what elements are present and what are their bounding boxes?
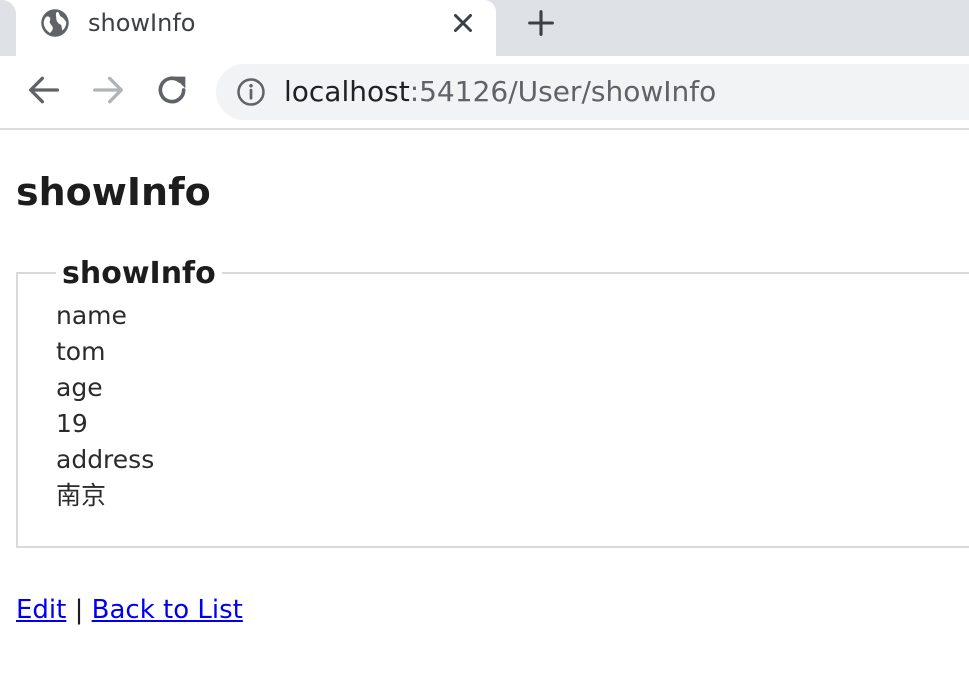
arrow-left-icon[interactable] — [24, 70, 64, 110]
fieldset-legend: showInfo — [56, 256, 222, 291]
field-value-address: 南京 — [56, 481, 107, 510]
url-host: localhost — [284, 75, 410, 108]
arrow-right-icon[interactable] — [88, 70, 128, 110]
address-bar[interactable]: localhost:54126/User/showInfo — [216, 64, 969, 120]
reload-icon[interactable] — [152, 70, 192, 110]
plus-icon[interactable] — [524, 6, 558, 40]
info-icon[interactable] — [236, 77, 266, 107]
url-path: :54126/User/showInfo — [409, 75, 717, 108]
close-icon[interactable] — [448, 8, 478, 38]
field-value-name: tom — [56, 337, 106, 366]
field-value-age: 19 — [56, 409, 88, 438]
details-fieldset: showInfo name tom age 19 address 南京 — [16, 256, 969, 548]
page-title: showInfo — [16, 170, 211, 214]
tab-strip: showInfo — [0, 0, 969, 56]
field-label-address: address — [56, 445, 155, 474]
globe-icon — [41, 9, 69, 37]
action-links: Edit | Back to List — [16, 595, 243, 625]
back-to-list-link[interactable]: Back to List — [92, 595, 243, 625]
browser-toolbar: localhost:54126/User/showInfo — [0, 56, 969, 130]
field-label-age: age — [56, 373, 103, 402]
details-list: name tom age 19 address 南京 — [56, 298, 154, 514]
tab-edge — [0, 0, 16, 56]
link-separator: | — [74, 595, 84, 625]
edit-link[interactable]: Edit — [16, 595, 66, 625]
tab-title: showInfo — [88, 9, 196, 37]
url-text[interactable]: localhost:54126/User/showInfo — [284, 75, 716, 108]
field-label-name: name — [56, 301, 127, 330]
